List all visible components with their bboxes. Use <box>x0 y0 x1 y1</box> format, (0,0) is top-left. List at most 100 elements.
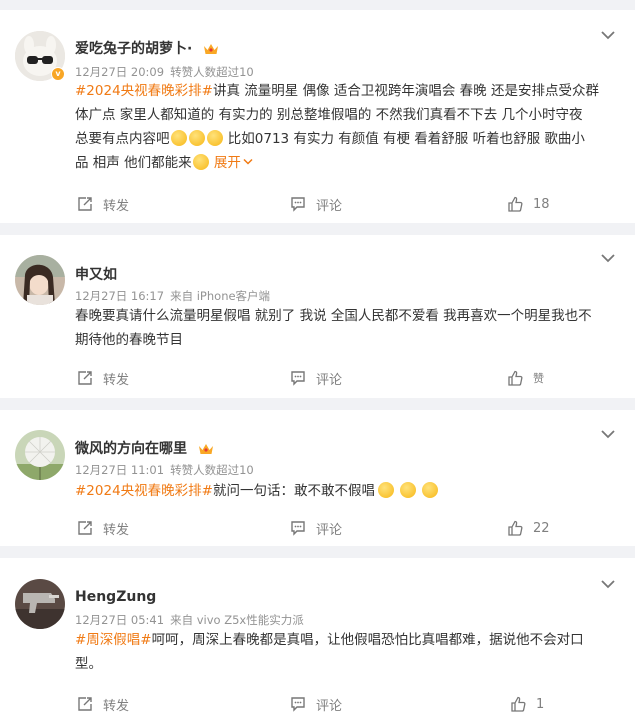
repost-button[interactable]: 转发 <box>77 692 129 716</box>
expand-label[interactable]: 展开 <box>214 155 241 171</box>
post-text: 总要有点内容吧 <box>75 131 170 147</box>
repost-label[interactable]: 转发 <box>103 369 129 388</box>
crown-icon <box>198 444 213 454</box>
like-count[interactable]: 1 <box>536 697 544 712</box>
smile-emoji-icon <box>421 482 438 498</box>
post-source: 来自 iPhone客户端 <box>170 289 271 303</box>
repost-label[interactable]: 转发 <box>103 195 129 214</box>
repost-label[interactable]: 转发 <box>103 695 129 714</box>
action-bar: 转发 评论 1 <box>0 692 635 716</box>
avatar[interactable] <box>15 579 65 629</box>
avatar[interactable] <box>15 430 65 480</box>
post-text: 型。 <box>75 656 102 672</box>
comment-button[interactable]: 评论 <box>290 366 342 390</box>
action-bar: 转发 评论 赞 <box>0 366 635 390</box>
action-bar: 转发 评论 18 <box>0 192 635 216</box>
post-card: HengZung 12月27日 05:41 来自 vivo Z5x性能实力派 #周… <box>0 558 635 724</box>
smile-emoji-icon <box>399 482 416 498</box>
comment-icon <box>291 697 305 712</box>
like-count[interactable]: 赞 <box>533 370 544 386</box>
comment-button[interactable]: 评论 <box>290 516 342 540</box>
repost-icon <box>78 521 92 535</box>
thumbs-up-icon <box>508 196 523 212</box>
laugh-emoji-icon <box>192 154 209 170</box>
avatar[interactable] <box>15 255 65 305</box>
thumbs-up-icon <box>508 520 523 536</box>
post-text: 就问一句话：敢不敢不假唱 <box>212 483 375 499</box>
post-source: 来自 vivo Z5x性能实力派 <box>170 613 304 627</box>
comment-button[interactable]: 评论 <box>290 692 342 716</box>
post-body: #周深假唱#呵呵，周深上春晚都是真唱，让他假唱恐怕比真唱都难，据说他不会对口 型… <box>75 628 610 676</box>
repost-button[interactable]: 转发 <box>77 366 129 390</box>
comment-button[interactable]: 评论 <box>290 192 342 216</box>
post-text: 体广点 家里人都知道的 有实力的 别总整堆假唱的 不然我们真看不下去 几个小时守… <box>75 107 583 123</box>
post-meta: 12月27日 11:01 转赞人数超过10 <box>75 462 254 478</box>
username[interactable]: 爱吃兔子的胡萝卜· <box>75 38 219 58</box>
post-text: 讲真 流量明星 偶像 适合卫视跨年演唱会 春晚 还是安排点受众群 <box>212 83 599 99</box>
thumbs-up-icon <box>511 696 526 712</box>
like-button[interactable]: 1 <box>510 692 544 716</box>
post-text: 春晚要真请什么流量明星假唱 就别了 我说 全国人民都不爱看 我再喜欢一个明星我也… <box>75 308 592 324</box>
repost-icon <box>78 697 92 711</box>
thumbs-up-icon <box>508 370 523 386</box>
username-text[interactable]: HengZung <box>75 589 156 605</box>
comment-label[interactable]: 评论 <box>316 369 342 388</box>
chevron-down-icon[interactable] <box>601 579 615 589</box>
grimace-emoji-icon <box>170 130 187 146</box>
post-body: #2024央视春晚彩排#就问一句话：敢不敢不假唱 <box>75 479 610 503</box>
hashtag-link[interactable]: #2024央视春晚彩排# <box>75 83 213 99</box>
chevron-down-icon[interactable] <box>601 429 615 439</box>
post-meta: 12月27日 16:17 来自 iPhone客户端 <box>75 288 270 304</box>
chevron-down-icon <box>243 158 253 165</box>
post-body: #2024央视春晚彩排#讲真 流量明星 偶像 适合卫视跨年演唱会 春晚 还是安排… <box>75 79 610 175</box>
crown-icon <box>204 44 219 54</box>
comment-label[interactable]: 评论 <box>316 519 342 538</box>
post-time[interactable]: 12月27日 16:17 <box>75 289 164 303</box>
grimace-emoji-icon <box>206 130 223 146</box>
username-text[interactable]: 爱吃兔子的胡萝卜· <box>75 41 192 57</box>
post-time[interactable]: 12月27日 11:01 <box>75 463 164 477</box>
post-body: 春晚要真请什么流量明星假唱 就别了 我说 全国人民都不爱看 我再喜欢一个明星我也… <box>75 304 610 352</box>
hashtag-link[interactable]: #周深假唱# <box>75 632 152 648</box>
like-button[interactable]: 赞 <box>507 366 544 390</box>
grimace-emoji-icon <box>188 130 205 146</box>
like-count[interactable]: 22 <box>533 521 550 536</box>
repost-icon <box>78 197 92 211</box>
action-bar: 转发 评论 22 <box>0 516 635 540</box>
like-button[interactable]: 18 <box>507 192 550 216</box>
like-button[interactable]: 22 <box>507 516 550 540</box>
like-count[interactable]: 18 <box>533 197 550 212</box>
repost-button[interactable]: 转发 <box>77 516 129 540</box>
post-text: 品 相声 他们都能来 <box>75 155 192 171</box>
username-text[interactable]: 申又如 <box>75 267 117 283</box>
vip-badge-icon: v <box>51 67 65 81</box>
chevron-down-icon[interactable] <box>601 30 615 40</box>
repost-button[interactable]: 转发 <box>77 192 129 216</box>
post-text: 期待他的春晚节目 <box>75 332 183 348</box>
post-card: 申又如 12月27日 16:17 来自 iPhone客户端 春晚要真请什么流量明星… <box>0 235 635 398</box>
post-card: 微风的方向在哪里 12月27日 11:01 转赞人数超过10 #2024央视春晚彩… <box>0 410 635 546</box>
chevron-down-icon[interactable] <box>601 253 615 263</box>
username[interactable]: HengZung <box>75 589 156 605</box>
post-source: 转赞人数超过10 <box>170 463 254 477</box>
comment-icon <box>291 371 305 386</box>
post-meta: 12月27日 05:41 来自 vivo Z5x性能实力派 <box>75 612 304 628</box>
post-text: 比如0713 有实力 有颜值 有梗 看着舒服 听着也舒服 歌曲小 <box>223 131 585 147</box>
post-time[interactable]: 12月27日 05:41 <box>75 613 164 627</box>
post-text: 呵呵，周深上春晚都是真唱，让他假唱恐怕比真唱都难，据说他不会对口 <box>151 632 584 648</box>
comment-icon <box>291 197 305 212</box>
post-card: v 爱吃兔子的胡萝卜· 12月27日 20:09 转赞人数超过10 #2024央视… <box>0 10 635 223</box>
repost-label[interactable]: 转发 <box>103 519 129 538</box>
post-source: 转赞人数超过10 <box>170 65 254 79</box>
comment-icon <box>291 521 305 536</box>
hashtag-link[interactable]: #2024央视春晚彩排# <box>75 483 213 499</box>
smile-emoji-icon <box>377 482 394 498</box>
comment-label[interactable]: 评论 <box>316 195 342 214</box>
comment-label[interactable]: 评论 <box>316 695 342 714</box>
username[interactable]: 微风的方向在哪里 <box>75 438 214 458</box>
username-text[interactable]: 微风的方向在哪里 <box>75 441 187 457</box>
username[interactable]: 申又如 <box>75 264 117 284</box>
expand-link[interactable]: 展开 <box>214 155 253 171</box>
repost-icon <box>78 371 92 385</box>
post-time[interactable]: 12月27日 20:09 <box>75 65 164 79</box>
